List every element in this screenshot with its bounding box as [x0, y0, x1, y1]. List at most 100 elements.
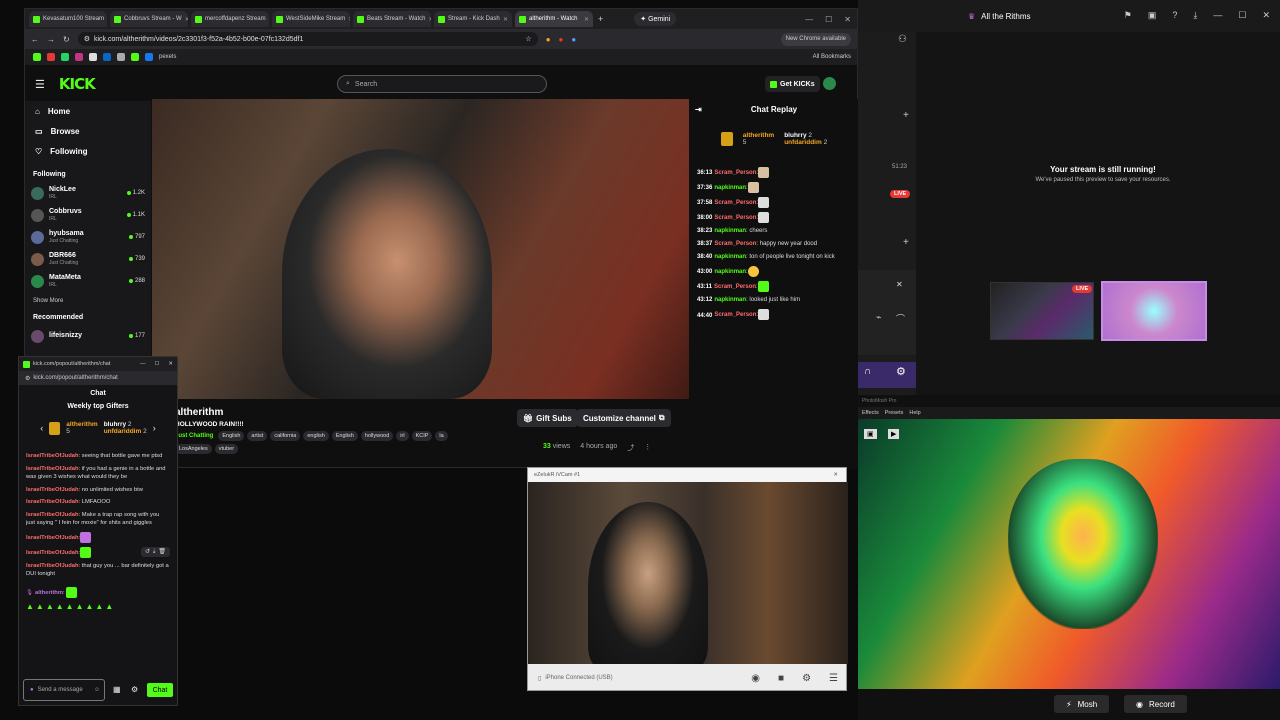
emote-picker-icon[interactable]: ▦ [113, 685, 121, 694]
close-window-icon[interactable]: ✕ [844, 15, 851, 24]
tag[interactable]: english [303, 431, 329, 441]
tag[interactable]: English [218, 431, 245, 441]
mosh-button[interactable]: ⚡︎ Mosh [1054, 695, 1110, 713]
menu-icon[interactable]: ☰ [829, 673, 838, 684]
minimize-icon[interactable]: — [1213, 10, 1222, 21]
camera-icon[interactable]: ◉ [751, 673, 760, 684]
mute-icon[interactable]: ⌁ [876, 312, 881, 323]
delete-icon[interactable]: 🗑︎ [158, 549, 166, 555]
close-icon[interactable]: ✕ [428, 16, 431, 23]
help-icon[interactable]: ? [1172, 10, 1177, 21]
nav-home[interactable]: ⌂ Home [25, 101, 151, 121]
reply-icon[interactable]: ↺ [145, 549, 150, 555]
nav-following[interactable]: ♡ Following [25, 141, 151, 161]
browser-tab[interactable]: WestSideMike Stream✕ [272, 11, 350, 27]
tag[interactable]: la [435, 431, 448, 441]
scene-thumbnail-selected[interactable] [1101, 281, 1207, 341]
screen-icon[interactable]: ▣ [1148, 10, 1157, 21]
bookmark-linkedin-icon[interactable] [103, 53, 111, 61]
chevron-left-icon[interactable]: ‹ [40, 423, 43, 433]
menu-presets[interactable]: Presets [885, 410, 904, 416]
maximize-icon[interactable]: ☐ [825, 15, 832, 24]
new-tab-icon[interactable]: + [598, 14, 603, 24]
video-icon[interactable]: ▶ [888, 429, 900, 439]
extension-icon[interactable]: ● [559, 35, 564, 44]
menu-help[interactable]: Help [909, 410, 920, 416]
bookmark-whatsapp-icon[interactable] [61, 53, 69, 61]
bookmark-github-icon[interactable] [117, 53, 125, 61]
nav-browse[interactable]: ▭ Browse [25, 121, 151, 141]
browser-tab[interactable]: Cobbruvs Stream - W ✕ [110, 11, 188, 27]
image-icon[interactable]: ▣ [864, 429, 877, 439]
forward-icon[interactable]: → [47, 35, 55, 44]
bookmark-kick-icon[interactable] [33, 53, 41, 61]
extension-icon[interactable]: ● [546, 35, 551, 44]
all-bookmarks[interactable]: All Bookmarks [813, 54, 857, 60]
avatar[interactable] [823, 77, 836, 90]
bookmark-youtube-icon[interactable] [47, 53, 55, 61]
bookmark-star-icon[interactable]: ☆ [525, 35, 537, 43]
bookmark-instagram-icon[interactable] [75, 53, 83, 61]
show-more-link[interactable]: Show More [25, 292, 151, 310]
browser-tab[interactable]: Kevasatum100 Stream✕ [29, 11, 107, 27]
following-item[interactable]: Cobbruvs IRL 1.1K [25, 204, 151, 226]
close-icon[interactable]: ✕ [348, 16, 350, 23]
close-icon[interactable]: ✕ [896, 280, 903, 289]
gift-subs-button[interactable]: 🎁︎ Gift Subs [517, 409, 578, 427]
settings-icon[interactable]: ⚙ [896, 365, 906, 378]
tag[interactable]: LosAngeles [175, 444, 212, 454]
browser-tab[interactable]: Stream - Kick Dash ✕ [434, 11, 512, 27]
browser-tab[interactable]: Beats Stream - Watch ✕ [353, 11, 431, 27]
flag-icon[interactable]: ⚑ [1124, 10, 1132, 21]
following-item[interactable]: MataMeta IRL 288 [25, 270, 151, 292]
maximize-icon[interactable]: ☐ [1238, 10, 1246, 21]
collapse-chat-icon[interactable]: ⇥ [695, 105, 702, 114]
tag[interactable]: KCIP [411, 431, 433, 441]
emoji-icon[interactable]: ☺ [94, 687, 104, 694]
share-icon[interactable]: ⤴ [627, 443, 634, 453]
maximize-icon[interactable]: ☐ [154, 361, 159, 367]
chevron-right-icon[interactable]: › [153, 423, 156, 433]
following-item[interactable]: hyubsama Just Chatting 797 [25, 226, 151, 248]
headphones-icon[interactable]: ∩ [864, 366, 871, 377]
tag[interactable]: artist [247, 431, 268, 441]
new-chrome-button[interactable]: New Chrome available [780, 32, 851, 46]
add-icon[interactable]: + [903, 110, 909, 121]
add-icon[interactable]: + [903, 237, 909, 248]
tag[interactable]: English [331, 431, 358, 441]
bookmark-pexels[interactable]: pexels [159, 54, 176, 60]
tag[interactable]: irl [396, 431, 409, 441]
tag[interactable]: california [270, 431, 301, 441]
browser-tab[interactable]: mercoffdapenz Stream✕ [191, 11, 269, 27]
close-icon[interactable]: ✕ [503, 16, 508, 23]
tag[interactable]: vtuber [214, 444, 239, 454]
kick-logo[interactable]: KICK [59, 75, 96, 93]
extension-icon[interactable]: ● [571, 35, 576, 44]
minimize-icon[interactable]: — [140, 361, 146, 367]
minimize-icon[interactable]: — [805, 15, 813, 24]
reload-icon[interactable]: ↻ [63, 35, 70, 44]
close-window-icon[interactable]: ✕ [168, 361, 173, 367]
close-icon[interactable]: ✕ [584, 16, 589, 23]
more-options-icon[interactable]: ⋮ [644, 443, 651, 453]
bookmark-x-icon[interactable] [89, 53, 97, 61]
bookmark-facebook-icon[interactable] [145, 53, 153, 61]
settings-icon[interactable]: ⚙ [802, 673, 811, 684]
back-icon[interactable]: ← [31, 35, 39, 44]
menu-effects[interactable]: Effects [862, 410, 879, 416]
category-link[interactable]: Just Chatting [175, 433, 213, 439]
tag[interactable]: hollywood [360, 431, 394, 441]
url-field[interactable]: ⚙ kick.com/altherithm/videos/2c3301f3-f5… [77, 32, 538, 46]
close-window-icon[interactable]: ✕ [833, 472, 846, 478]
video-player[interactable] [152, 99, 689, 399]
customize-channel-button[interactable]: Customize channel ⧉ [577, 409, 671, 427]
bookmark-kick-icon[interactable] [131, 53, 139, 61]
record-button[interactable]: ◉ Record [1124, 695, 1187, 713]
close-window-icon[interactable]: ✕ [1262, 10, 1270, 21]
search-input[interactable]: ⌕ Search [337, 75, 547, 93]
menu-icon[interactable]: ☰ [35, 78, 45, 91]
pin-icon[interactable]: ⇣ [152, 549, 157, 555]
site-info-icon[interactable]: ⚙ [84, 35, 90, 43]
gemini-button[interactable]: ✦ Gemini [634, 12, 677, 26]
browser-tab-active[interactable]: altherithm - Watch ✕ [515, 11, 593, 27]
